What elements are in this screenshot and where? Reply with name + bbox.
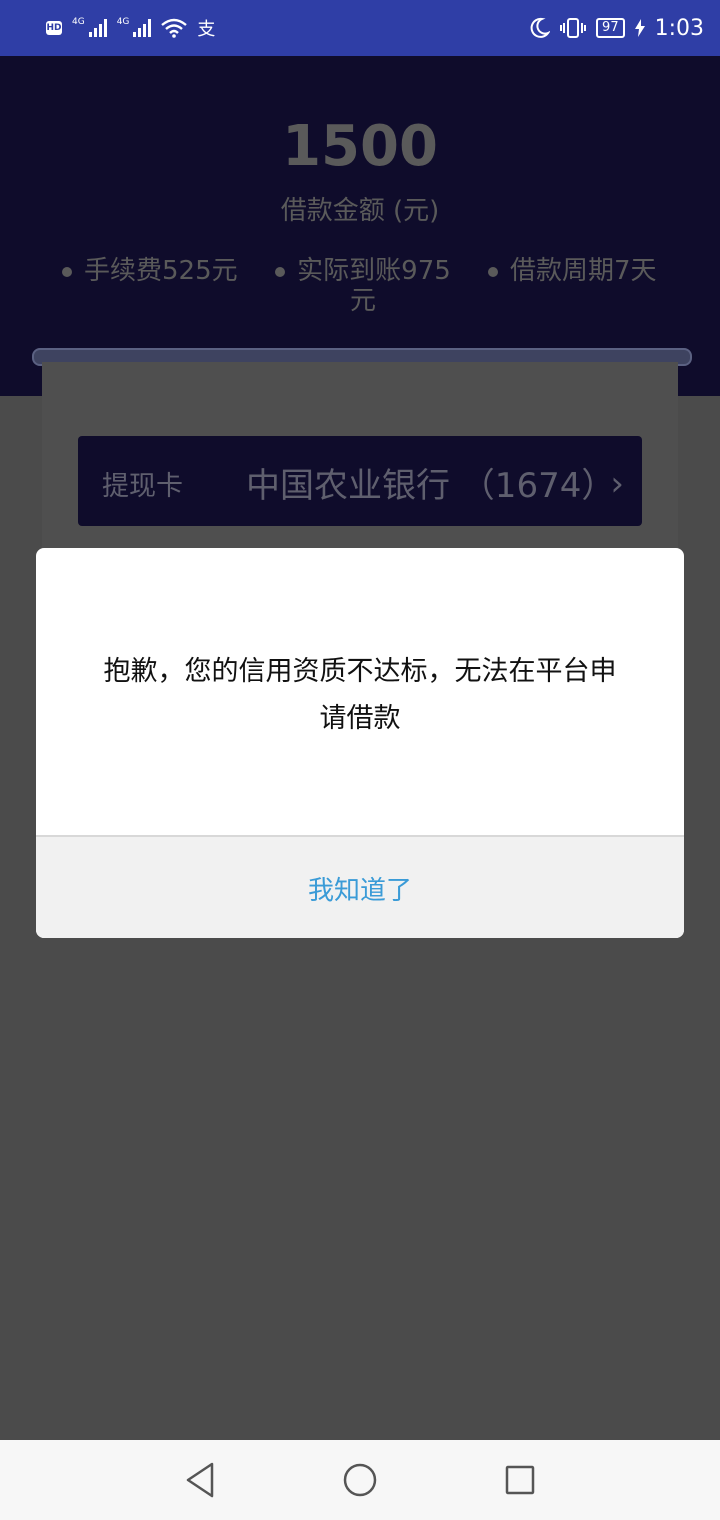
alipay-icon: 支 [197,19,216,40]
status-right: 97 1:03 [528,14,704,42]
network-type-1: 4G [72,17,85,27]
moon-icon [530,17,551,38]
loan-amount-label: 借款金额 (元) [280,196,440,226]
status-left: HD 4G 4G 支 [46,14,215,42]
recent-apps-icon[interactable] [505,1465,535,1495]
fee-info: 手续费525元 [62,256,238,286]
chevron-right-icon: › [610,464,624,504]
home-icon[interactable] [342,1462,378,1498]
bullet-icon [488,266,498,277]
withdraw-card-selector[interactable]: 提现卡 中国农业银行 （1674） › [78,436,642,526]
fee-text: 手续费525元 [84,256,238,286]
received-info: 实际到账975元 [268,256,458,316]
status-bar: HD 4G 4G 支 97 1:03 [0,0,720,56]
bullet-icon [275,266,286,277]
hd-icon: HD [46,21,62,35]
received-text: 实际到账975元 [297,256,451,316]
charging-icon [634,19,645,37]
signal-icon [133,19,152,37]
battery-icon: 97 [596,18,625,38]
period-info: 借款周期7天 [488,256,657,286]
clock: 1:03 [654,15,704,41]
back-icon[interactable] [184,1460,216,1500]
wifi-icon [161,18,188,38]
acknowledge-button[interactable]: 我知道了 [308,870,412,907]
signal-icon [88,19,107,37]
dialog-footer: 我知道了 [36,835,684,938]
network-type-2: 4G [116,17,130,27]
period-text: 借款周期7天 [510,256,657,286]
vibrate-icon [560,18,587,38]
bank-name: 中国农业银行 （1674） [246,466,616,506]
bullet-icon [62,266,72,277]
dialog-message: 抱歉，您的信用资质不达标，无法在平台申请借款 [103,656,617,734]
withdraw-card-label: 提现卡 [102,471,183,502]
loan-amount: 1500 [282,114,438,179]
alert-dialog: 抱歉，您的信用资质不达标，无法在平台申请借款 我知道了 [36,548,684,938]
